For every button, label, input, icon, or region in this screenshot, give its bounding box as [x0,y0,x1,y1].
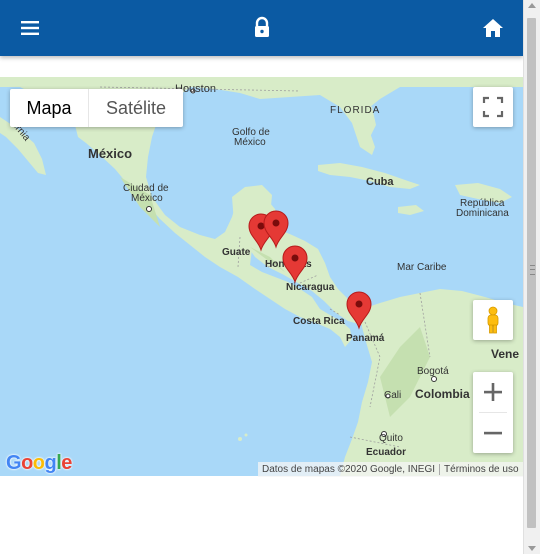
label-costa-rica: Costa Rica [293,316,345,327]
street-view-pegman-icon[interactable] [473,300,513,340]
label-colombia: Colombia [415,387,470,401]
label-nicaragua: Nicaragua [286,282,335,293]
label-venezuela: Vene [491,347,519,361]
label-mar-caribe: Mar Caribe [397,262,447,273]
label-florida: FLORIDA [330,105,380,116]
label-mexico: México [88,146,132,161]
zoom-in-icon[interactable] [473,372,513,412]
label-panama: Panamá [346,333,385,344]
vertical-scrollbar[interactable] [523,0,540,554]
app-bar [0,0,523,56]
map-type-satellite-button[interactable]: Satélite [89,89,183,127]
label-ecuador: Ecuador [366,447,406,458]
label-cali: Cali [384,390,401,401]
google-logo: Google [6,452,72,474]
zoom-out-icon[interactable] [473,413,513,453]
lock-icon[interactable] [246,12,278,44]
map-type-control: Mapa Satélite [10,89,183,127]
scroll-down-arrow-icon[interactable] [528,546,536,551]
scrollbar-grip-icon [530,265,535,275]
label-rd-line2: Dominicana [456,208,509,219]
fullscreen-icon[interactable] [473,87,513,127]
terms-of-use-link[interactable]: Términos de uso [440,464,522,475]
hamburger-menu-icon[interactable] [14,12,46,44]
map-canvas[interactable]: Houston FLORIDA Golfo de México México C… [0,77,523,476]
map-type-map-button[interactable]: Mapa [10,89,89,127]
zoom-control [473,372,513,453]
label-cuba: Cuba [366,176,394,188]
map-data-credit[interactable]: Datos de mapas ©2020 Google, INEGI [258,464,439,475]
label-cdmx-line2: México [131,193,163,204]
map-attribution: Datos de mapas ©2020 Google, INEGI Térmi… [258,462,523,477]
label-bogota: Bogotá [417,366,449,377]
label-guatemala: Guate [222,247,251,258]
home-icon[interactable] [477,12,509,44]
scroll-up-arrow-icon[interactable] [528,3,536,8]
map-base-layer: Houston FLORIDA Golfo de México México C… [0,77,523,476]
label-gulf-line2: México [234,137,266,148]
label-quito: Quito [379,433,403,444]
